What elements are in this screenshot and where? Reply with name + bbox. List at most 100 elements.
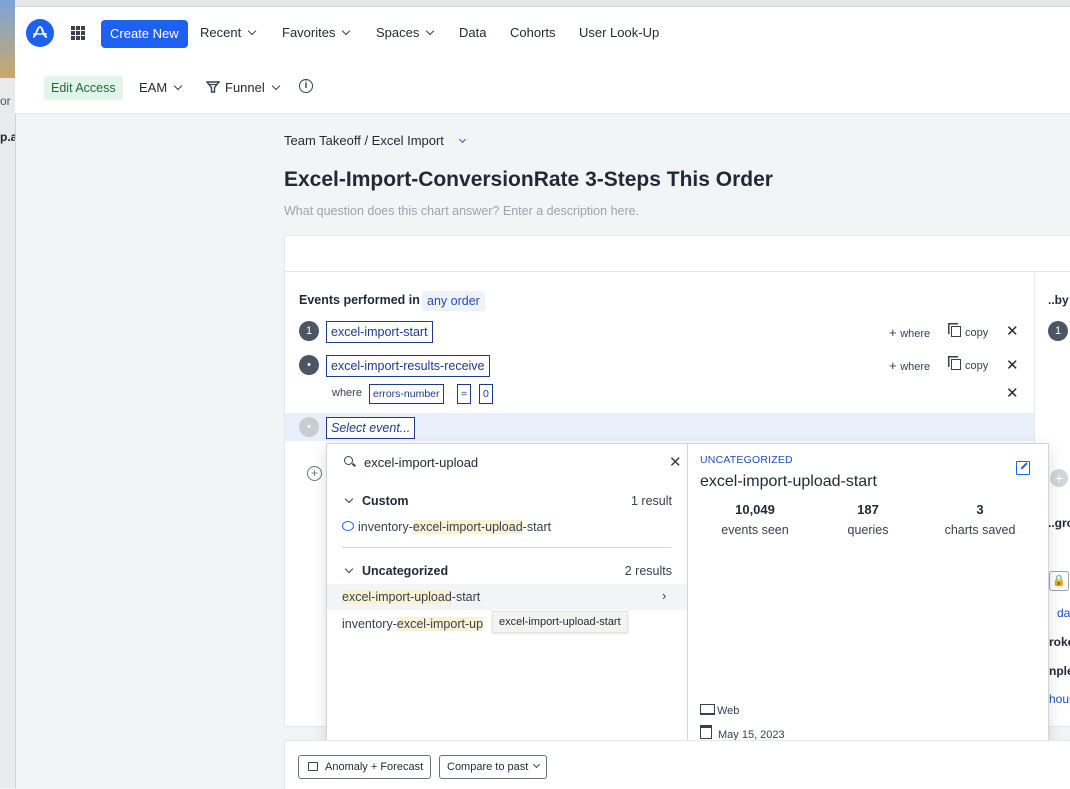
chevron-down-icon — [344, 564, 354, 574]
chevron-down-icon — [533, 760, 541, 769]
edit-access-badge[interactable]: Edit Access — [44, 76, 123, 100]
amplitude-logo[interactable] — [26, 19, 54, 47]
logo-icon — [32, 26, 48, 38]
chart-toolbar: Edit Access EAM Funnel i — [15, 66, 1070, 114]
calendar-icon — [700, 725, 712, 739]
filter-value-chip[interactable]: 0 — [479, 384, 493, 404]
clear-search-icon[interactable]: ✕ — [669, 453, 682, 471]
lock-icon — [308, 762, 318, 771]
add-where-button[interactable]: + where — [889, 325, 930, 340]
result-highlight: excel-import-upload — [412, 520, 523, 534]
segment-number: 1 — [1048, 321, 1068, 341]
result-item[interactable]: inventory-excel-import-upload-start — [342, 520, 551, 534]
add-where-button[interactable]: + where — [889, 358, 930, 373]
result-item[interactable]: excel-import-upload-start — [342, 590, 480, 604]
custom-event-icon — [342, 521, 354, 531]
compare-label: Compare to past — [447, 761, 529, 773]
create-new-button[interactable]: Create New — [101, 20, 188, 48]
anomaly-forecast-button[interactable]: Anomaly + Forecast — [298, 755, 432, 779]
add-segment-icon[interactable]: + — [1050, 469, 1068, 487]
result-suffix: -start — [451, 590, 481, 604]
tooltip: excel-import-upload-start — [492, 611, 628, 633]
chevron-down-icon — [342, 26, 351, 36]
group-custom-header[interactable]: Custom — [344, 494, 409, 508]
anomaly-label: Anomaly + Forecast — [325, 761, 424, 773]
nav-cohorts[interactable]: Cohorts — [510, 25, 556, 40]
eam-dropdown[interactable]: EAM — [139, 80, 183, 95]
result-highlight: excel-import-upload — [342, 590, 452, 604]
stat-label: events seen — [721, 523, 789, 537]
remove-step-icon[interactable]: ✕ — [1006, 358, 1019, 373]
platform-info: Web — [700, 703, 739, 717]
lock-icon[interactable]: 🔒 — [1049, 571, 1069, 591]
add-where-label: where — [900, 328, 931, 340]
event-search-input[interactable]: excel-import-upload — [364, 455, 478, 470]
stat-value: 3 — [976, 502, 984, 517]
results-pane: excel-import-upload ✕ Custom 1 result in… — [327, 444, 688, 750]
result-suffix: -start — [522, 520, 552, 534]
nav-spaces[interactable]: Spaces — [376, 25, 435, 40]
nav-favorites[interactable]: Favorites — [282, 25, 351, 40]
external-link-icon[interactable] — [1016, 461, 1030, 475]
group-count: 1 result — [631, 494, 672, 508]
link-fragment[interactable]: da — [1057, 606, 1070, 620]
nav-user-lookup[interactable]: User Look-Up — [579, 25, 659, 40]
filter-operator-chip[interactable]: = — [457, 384, 472, 404]
info-icon[interactable]: i — [299, 79, 313, 93]
stat-events-seen: 10,049 events seen — [699, 502, 811, 537]
nav-recent-label: Recent — [200, 25, 242, 40]
chevron-right-icon[interactable]: › — [662, 588, 666, 603]
chevron-down-icon — [426, 26, 435, 36]
stat-label: charts saved — [944, 523, 1016, 537]
copy-button[interactable]: copy — [951, 325, 988, 339]
remove-step-icon[interactable]: ✕ — [1006, 324, 1019, 339]
apps-grid-icon[interactable] — [71, 26, 85, 40]
nav-data[interactable]: Data — [459, 25, 486, 40]
event-chip[interactable]: excel-import-results-receive — [326, 355, 490, 377]
nav-favorites-label: Favorites — [282, 25, 336, 40]
top-nav: Create New Recent Favorites Spaces Data … — [15, 0, 1070, 67]
segment-by-label: ..by — [1048, 293, 1069, 307]
page-title[interactable]: Excel-Import-ConversionRate 3-Steps This… — [284, 168, 773, 192]
background-window-image — [0, 0, 15, 78]
event-detail-title: excel-import-upload-start — [700, 473, 877, 490]
add-step-icon[interactable]: + — [307, 466, 322, 481]
plus-icon: + — [889, 325, 901, 340]
event-chip[interactable]: excel-import-start — [326, 321, 433, 343]
step-number: • — [299, 355, 319, 375]
result-item[interactable]: inventory-excel-import-up — [342, 617, 484, 631]
event-category: UNCATEGORIZED — [700, 454, 793, 466]
chevron-down-icon — [344, 494, 354, 504]
breadcrumb[interactable]: Team Takeoff / Excel Import — [284, 133, 466, 148]
compare-to-past-button[interactable]: Compare to past — [439, 755, 548, 779]
copy-label: copy — [965, 327, 989, 339]
stat-charts-saved: 3 charts saved — [924, 502, 1036, 537]
order-selector[interactable]: any order — [422, 291, 485, 311]
stat-queries: 187 queries — [812, 502, 924, 537]
filter-property-chip[interactable]: errors-number — [369, 384, 444, 404]
step-number: 1 — [299, 321, 319, 341]
funnel-dropdown[interactable]: Funnel — [205, 80, 280, 95]
date-info: May 15, 2023 — [700, 724, 785, 741]
background-window-strip: or p.a — [0, 0, 16, 788]
select-event-input[interactable]: Select event... — [326, 417, 416, 439]
remove-filter-icon[interactable]: ✕ — [1006, 386, 1019, 401]
link-fragment[interactable]: hour — [1049, 692, 1070, 706]
stat-value: 10,049 — [735, 502, 775, 517]
events-performed-label: Events performed in — [299, 293, 420, 307]
funnel-label: Funnel — [225, 80, 265, 95]
copy-label: copy — [965, 360, 989, 372]
breadcrumb-text: Team Takeoff / Excel Import — [284, 133, 444, 148]
chevron-down-icon[interactable] — [458, 135, 466, 144]
description-field[interactable]: What question does this chart answer? En… — [284, 204, 639, 218]
group-label: Uncategorized — [362, 564, 449, 578]
group-count: 2 results — [624, 564, 672, 578]
eam-label: EAM — [139, 80, 168, 95]
divider — [342, 547, 671, 548]
copy-button[interactable]: copy — [951, 358, 988, 372]
chevron-down-icon — [173, 81, 183, 91]
group-uncategorized-header[interactable]: Uncategorized — [344, 564, 449, 578]
step-number: • — [299, 417, 319, 437]
nav-recent[interactable]: Recent — [200, 25, 257, 40]
stat-value: 187 — [857, 502, 879, 517]
